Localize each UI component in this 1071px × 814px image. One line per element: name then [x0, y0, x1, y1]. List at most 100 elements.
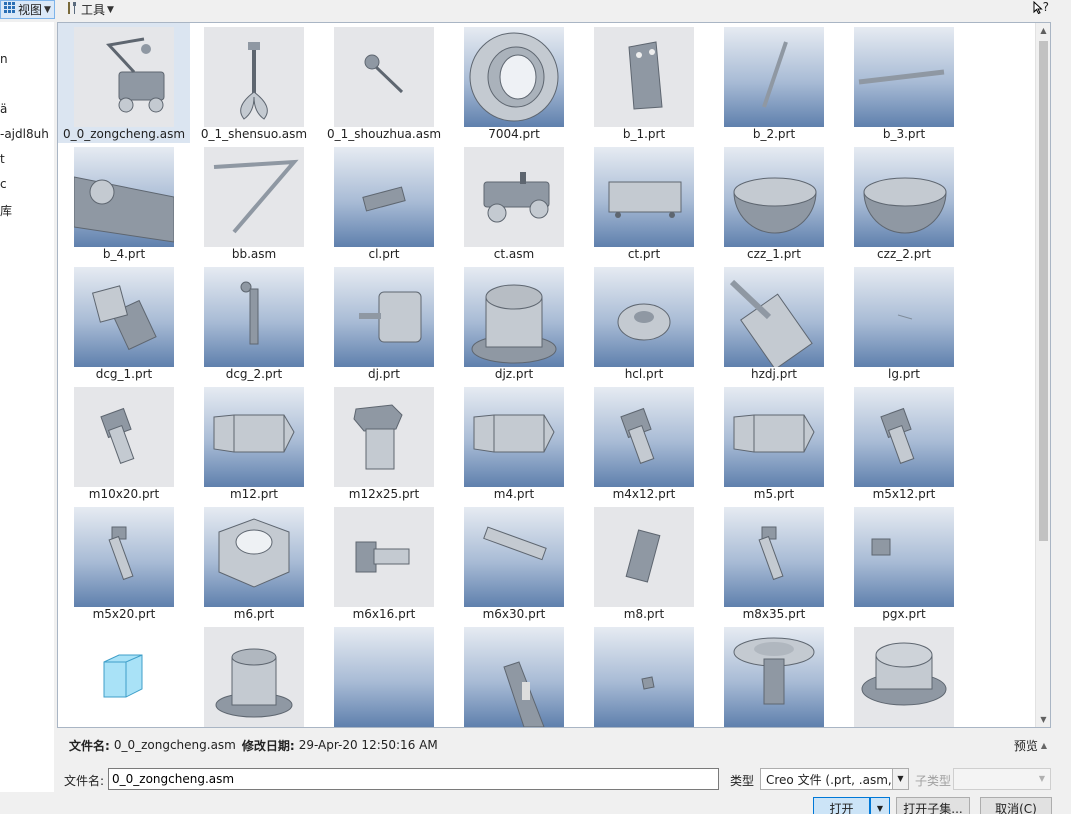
preview-toggle[interactable]: 预览 ▲	[1014, 737, 1047, 754]
file-item[interactable]: czz_1.prt	[708, 143, 824, 263]
file-item[interactable]: bb.asm	[188, 143, 304, 263]
file-item[interactable]: b_4.prt	[58, 143, 190, 263]
blue-cube-icon	[103, 654, 143, 698]
chevron-down-icon: ▼	[892, 769, 908, 789]
tools-icon	[65, 1, 79, 18]
chevron-down-icon: ▼	[1038, 774, 1046, 783]
file-item[interactable]: 7004.prt	[448, 23, 564, 143]
long-side-bolt-icon	[483, 526, 547, 561]
file-item[interactable]: hcl.prt	[578, 263, 694, 383]
file-item[interactable]	[188, 623, 304, 727]
file-item[interactable]: dcg_2.prt	[188, 263, 304, 383]
tools-menu-button[interactable]: 工具 ▼	[62, 0, 117, 19]
sidebar-item[interactable]: n	[0, 52, 8, 66]
file-item[interactable]: m6x16.prt	[318, 503, 434, 623]
file-item[interactable]: pgx.prt	[838, 503, 954, 623]
file-item[interactable]	[318, 623, 434, 727]
file-item[interactable]: dj.prt	[318, 263, 434, 383]
file-item[interactable]: m4x12.prt	[578, 383, 694, 503]
filename-input[interactable]	[108, 768, 719, 790]
help-pointer-icon[interactable]: ?	[1033, 0, 1049, 15]
file-item[interactable]: ct.asm	[448, 143, 564, 263]
file-item[interactable]	[838, 623, 954, 727]
file-item[interactable]: djz.prt	[448, 263, 564, 383]
cancel-button[interactable]: 取消(C)	[980, 797, 1052, 814]
tools-menu-label: 工具	[81, 3, 106, 17]
file-thumbnail	[334, 27, 434, 127]
file-name: m4x12.prt	[612, 487, 676, 501]
sidebar-item[interactable]: t	[0, 152, 5, 166]
hex-nut-side-icon	[733, 414, 815, 453]
file-item[interactable]: cl.prt	[318, 143, 434, 263]
file-thumbnail	[724, 27, 824, 127]
flat-bar-icon	[858, 69, 945, 85]
file-item[interactable]: lg.prt	[838, 263, 954, 383]
file-thumbnail	[724, 147, 824, 247]
file-item[interactable]: m10x20.prt	[58, 383, 190, 503]
sidebar-item[interactable]: 库	[0, 202, 12, 219]
file-thumbnail	[74, 27, 174, 127]
vertical-scrollbar[interactable]: ▲ ▼	[1035, 23, 1050, 727]
chevron-down-icon: ▼	[876, 803, 884, 813]
file-item[interactable]	[448, 623, 564, 727]
file-item[interactable]: ct.prt	[578, 143, 694, 263]
file-name: ct.asm	[493, 247, 535, 261]
long-bolt-icon	[108, 526, 134, 581]
file-item[interactable]	[58, 623, 190, 727]
file-item[interactable]: 0_0_zongcheng.asm	[58, 23, 190, 143]
file-item[interactable]: m12x25.prt	[318, 383, 434, 503]
file-item[interactable]	[708, 623, 824, 727]
file-item[interactable]: m5.prt	[708, 383, 824, 503]
file-item[interactable]: m8x35.prt	[708, 503, 824, 623]
open-button[interactable]: 打开	[813, 797, 870, 814]
motor-mount-icon	[471, 284, 557, 364]
bolt-icon	[620, 407, 655, 464]
file-item[interactable]: hzdj.prt	[708, 263, 824, 383]
scroll-down-icon[interactable]: ▼	[1036, 712, 1051, 727]
file-item[interactable]: m5x20.prt	[58, 503, 190, 623]
file-item[interactable]: m6.prt	[188, 503, 304, 623]
file-item[interactable]: m6x30.prt	[448, 503, 564, 623]
disc-icon	[617, 303, 671, 341]
file-item[interactable]: m4.prt	[448, 383, 564, 503]
file-type-select[interactable]: Creo 文件 (.prt, .asm, ▼	[760, 768, 909, 790]
scroll-up-icon[interactable]: ▲	[1036, 23, 1051, 38]
file-name: bb.asm	[231, 247, 277, 261]
file-thumbnail	[74, 267, 174, 367]
file-item[interactable]: b_2.prt	[708, 23, 824, 143]
view-menu-button[interactable]: 视图 ▼	[0, 0, 55, 19]
file-item[interactable]: dcg_1.prt	[58, 263, 190, 383]
file-name: dcg_1.prt	[95, 367, 153, 381]
file-name: pgx.prt	[882, 607, 926, 621]
sidebar-item[interactable]: c	[0, 177, 7, 191]
file-item[interactable]: 0_1_shouzhua.asm	[318, 23, 441, 143]
file-item[interactable]: 0_1_shensuo.asm	[188, 23, 307, 143]
file-item[interactable]: m5x12.prt	[838, 383, 954, 503]
open-dropdown-button[interactable]: ▼	[870, 797, 890, 814]
file-item[interactable]	[578, 623, 694, 727]
file-name: 0_1_shensuo.asm	[200, 127, 308, 141]
file-name: b_1.prt	[622, 127, 666, 141]
open-subset-button[interactable]: 打开子集...	[896, 797, 970, 814]
tiny-line-icon	[897, 314, 913, 320]
chevron-up-icon: ▲	[1040, 741, 1047, 750]
file-name: m4.prt	[493, 487, 535, 501]
sidebar-item[interactable]: ä	[0, 102, 7, 116]
file-item[interactable]: m8.prt	[578, 503, 694, 623]
long-bolt-icon	[758, 526, 784, 581]
file-item[interactable]: czz_2.prt	[838, 143, 954, 263]
sidebar-item[interactable]: -ajdl8uh	[0, 127, 49, 141]
file-thumbnail	[464, 507, 564, 607]
file-name: m10x20.prt	[88, 487, 160, 501]
file-thumbnail	[724, 267, 824, 367]
file-name: m6x16.prt	[352, 607, 416, 621]
file-thumbnail	[854, 387, 954, 487]
file-item[interactable]: b_1.prt	[578, 23, 694, 143]
file-thumbnail	[594, 507, 694, 607]
file-item[interactable]: b_3.prt	[838, 23, 954, 143]
scrollbar-thumb[interactable]	[1039, 41, 1048, 541]
file-item[interactable]: m12.prt	[188, 383, 304, 503]
file-name: 7004.prt	[488, 127, 540, 141]
file-name: djz.prt	[494, 367, 534, 381]
empty-icon	[334, 627, 434, 727]
